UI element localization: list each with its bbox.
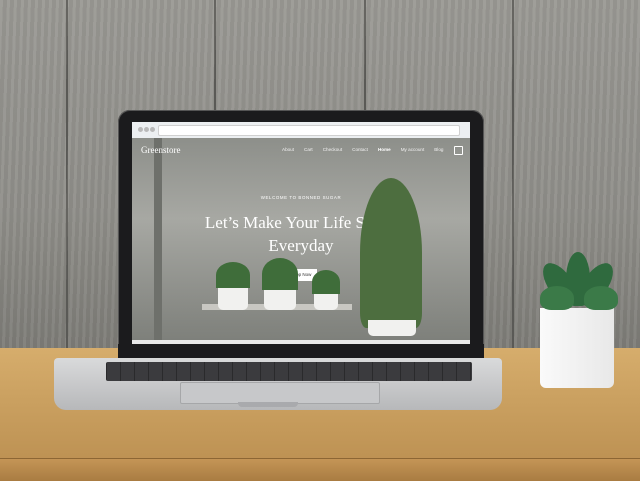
nav-checkout[interactable]: Checkout [323, 147, 342, 152]
wall-plank [0, 0, 68, 352]
succulent-pot [540, 308, 614, 388]
plant-leaves [262, 258, 298, 290]
nav-my-account[interactable]: My account [401, 147, 425, 152]
plant-pot [314, 292, 338, 310]
hero-eyebrow: WELCOME TO BONNED SUGAR [260, 195, 342, 200]
nav-contact[interactable]: Contact [352, 147, 368, 152]
laptop-lid-notch [238, 402, 298, 407]
site-nav: About Cart Checkout Contact Home My acco… [282, 147, 453, 152]
nav-blog[interactable]: Blog [434, 147, 443, 152]
nav-home[interactable]: Home [378, 147, 391, 152]
plant-leaves [312, 270, 340, 294]
desk-edge [0, 458, 640, 481]
shopping-bag-icon[interactable] [454, 146, 463, 155]
succulent-plant [540, 286, 574, 310]
site-logo[interactable]: Greenstore [141, 145, 180, 155]
snake-plant-leaves [360, 178, 422, 328]
laptop-keyboard [106, 362, 472, 381]
succulent-plant [584, 286, 618, 310]
website-hero: Greenstore About Cart Checkout Contact H… [132, 138, 470, 340]
window-close-icon[interactable] [138, 127, 143, 132]
nav-about[interactable]: About [282, 147, 294, 152]
window-maximize-icon[interactable] [150, 127, 155, 132]
plant-pot [218, 286, 248, 310]
plant-leaves [216, 262, 250, 288]
snake-plant-pot [368, 320, 416, 336]
nav-cart[interactable]: Cart [304, 147, 313, 152]
window-minimize-icon[interactable] [144, 127, 149, 132]
browser-chrome [132, 122, 470, 139]
address-bar[interactable] [158, 125, 460, 136]
laptop-trackpad [180, 382, 380, 404]
plant-pot [264, 288, 296, 310]
laptop-screen: Greenstore About Cart Checkout Contact H… [132, 122, 470, 344]
